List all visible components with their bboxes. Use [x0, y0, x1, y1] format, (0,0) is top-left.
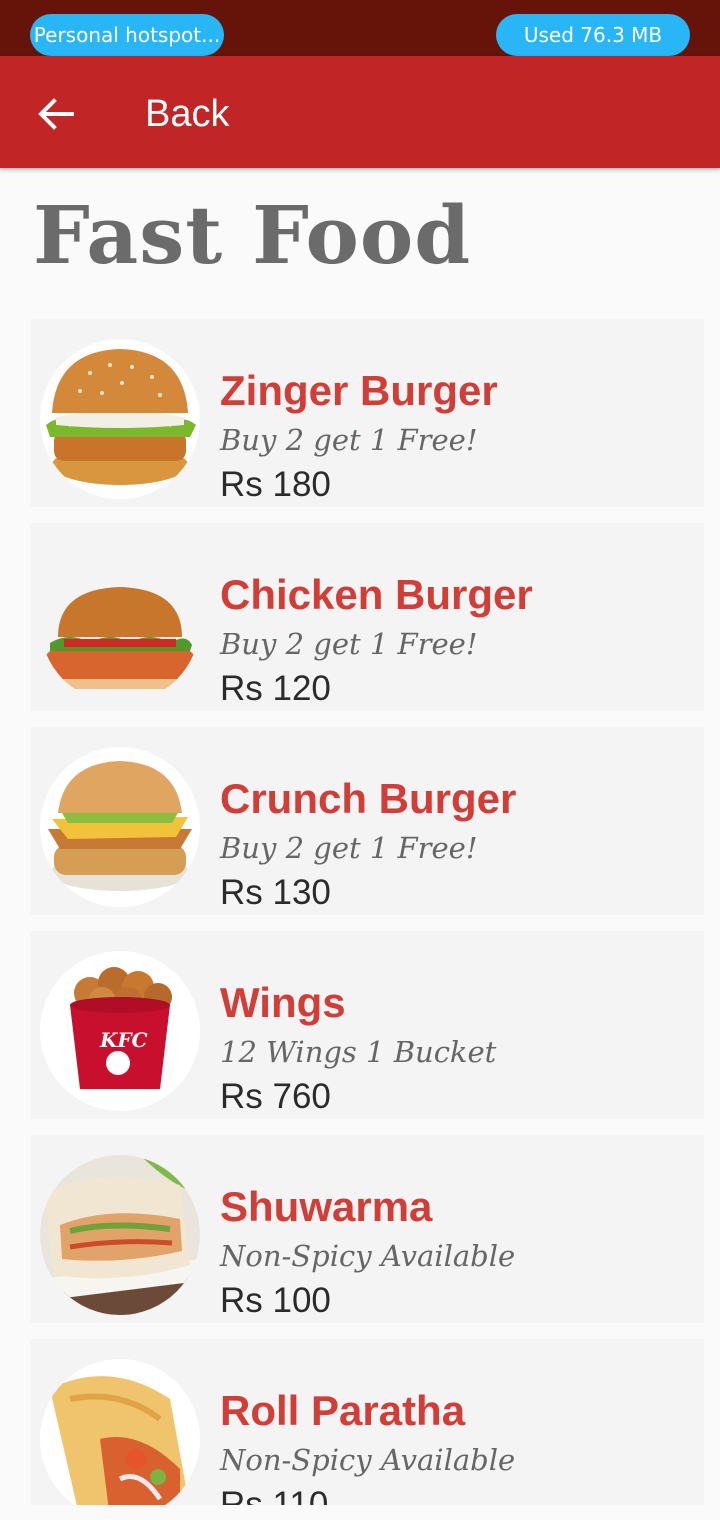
item-price: Rs 760 — [220, 1077, 331, 1116]
item-price: Rs 110 — [220, 1485, 329, 1505]
menu-item-roll-paratha[interactable]: Roll Paratha Non-Spicy Available Rs 110 — [30, 1339, 704, 1505]
roll-paratha-image — [40, 1359, 200, 1505]
page-title: Fast Food — [33, 188, 472, 282]
item-description: Buy 2 get 1 Free! — [220, 831, 478, 865]
item-description: Non-Spicy Available — [220, 1239, 516, 1273]
app-bar: Back — [0, 56, 720, 168]
menu-item-shuwarma[interactable]: Shuwarma Non-Spicy Available Rs 100 — [30, 1135, 704, 1323]
menu-item-zinger-burger[interactable]: Zinger Burger Buy 2 get 1 Free! Rs 180 — [30, 319, 704, 507]
item-price: Rs 130 — [220, 873, 331, 912]
item-name: Chicken Burger — [220, 571, 533, 618]
data-usage-pill[interactable]: Used 76.3 MB — [496, 14, 690, 56]
back-button[interactable]: Back — [145, 56, 229, 168]
menu-item-chicken-burger[interactable]: Chicken Burger Buy 2 get 1 Free! Rs 120 — [30, 523, 704, 711]
item-name: Zinger Burger — [220, 367, 498, 414]
menu-item-crunch-burger[interactable]: Crunch Burger Buy 2 get 1 Free! Rs 130 — [30, 727, 704, 915]
wings-bucket-image: KFC — [40, 951, 200, 1111]
item-description: Non-Spicy Available — [220, 1443, 516, 1477]
item-price: Rs 100 — [220, 1281, 331, 1320]
crunch-burger-image — [40, 747, 200, 907]
arrow-left-icon[interactable] — [36, 94, 76, 134]
item-name: Crunch Burger — [220, 775, 517, 822]
menu-item-wings[interactable]: KFC Wings 12 Wings 1 Bucket Rs 760 — [30, 931, 704, 1119]
status-bar: Personal hotspot... Used 76.3 MB — [0, 0, 720, 56]
item-price: Rs 120 — [220, 669, 331, 708]
item-name: Wings — [220, 979, 346, 1026]
chicken-burger-image — [40, 543, 200, 703]
kfc-logo-text: KFC — [99, 1028, 148, 1052]
item-price: Rs 180 — [220, 465, 331, 504]
item-description: 12 Wings 1 Bucket — [220, 1035, 497, 1069]
shawarma-image — [40, 1155, 200, 1315]
item-name: Roll Paratha — [220, 1387, 466, 1434]
hotspot-pill[interactable]: Personal hotspot... — [30, 14, 224, 56]
item-name: Shuwarma — [220, 1183, 433, 1230]
item-description: Buy 2 get 1 Free! — [220, 423, 478, 457]
item-description: Buy 2 get 1 Free! — [220, 627, 478, 661]
zinger-burger-image — [40, 339, 200, 499]
